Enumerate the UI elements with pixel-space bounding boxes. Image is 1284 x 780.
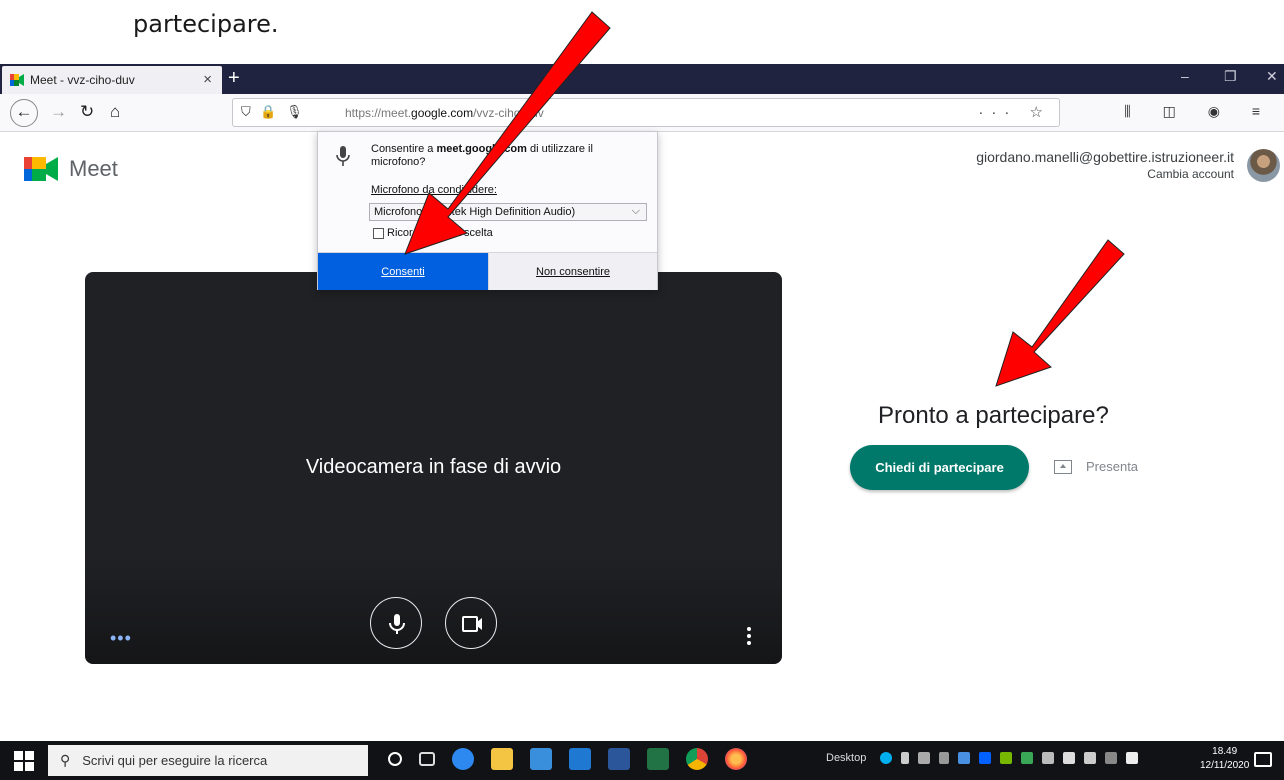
- display-tray-icon[interactable]: [1042, 752, 1054, 764]
- present-icon: [1054, 459, 1072, 474]
- task-view-icon[interactable]: [419, 752, 435, 766]
- device-select-label: Microfono da condividere:: [371, 184, 497, 196]
- more-options-icon[interactable]: [747, 627, 751, 648]
- meet-logo-icon: [24, 157, 58, 181]
- network-tray-icon[interactable]: [918, 752, 930, 764]
- checkbox-icon[interactable]: [373, 227, 384, 239]
- allow-button[interactable]: Consenti: [318, 253, 488, 290]
- switch-account-link[interactable]: Cambia account: [976, 167, 1234, 181]
- word-icon[interactable]: [608, 748, 630, 770]
- camera-starting-message: Videocamera in fase di avvio: [305, 456, 562, 478]
- restore-icon[interactable]: ❐: [1224, 68, 1237, 85]
- notification-icon[interactable]: [1254, 752, 1272, 767]
- wifi-tray-icon[interactable]: [1105, 752, 1117, 764]
- taskbar-clock[interactable]: 18.49 12/11/2020: [1200, 745, 1249, 773]
- present-button[interactable]: Presenta: [1054, 459, 1138, 474]
- search-icon: ⚲: [60, 752, 71, 768]
- microphone-permission-popup: Consentire a meet.google.com di utilizza…: [317, 131, 658, 290]
- file-explorer-icon[interactable]: [491, 748, 513, 770]
- taskbar-search-box[interactable]: ⚲ Scrivi qui per eseguire la ricerca: [48, 745, 368, 776]
- volume-icon[interactable]: [1126, 752, 1138, 764]
- windows-start-icon[interactable]: [14, 751, 34, 771]
- microphone-toggle-button[interactable]: [370, 597, 422, 649]
- avatar[interactable]: [1247, 149, 1280, 182]
- visual-effects-dots-icon[interactable]: •••: [110, 628, 132, 649]
- permission-question: Consentire a meet.google.com di utilizza…: [371, 143, 593, 168]
- store-icon[interactable]: [530, 748, 552, 770]
- permission-buttons: Consenti Non consentire: [318, 252, 657, 290]
- taskbar-apps: [388, 748, 764, 770]
- present-label: Presenta: [1086, 459, 1139, 474]
- url-text[interactable]: https://meet.google.com/vvz-ciho-duv: [345, 106, 544, 120]
- microphone-icon: [336, 146, 350, 166]
- meet-logo[interactable]: Meet: [24, 156, 118, 182]
- camera-toggle-button[interactable]: [445, 597, 497, 649]
- browser-nav-bar: ← → ↻ ⌂ ⛉ 🔒 🎙 https://meet.google.com/vv…: [0, 94, 1284, 132]
- clock-time: 18.49: [1212, 746, 1238, 757]
- nvidia-icon[interactable]: [1000, 752, 1012, 764]
- home-icon[interactable]: ⌂: [110, 102, 120, 122]
- deny-button[interactable]: Non consentire: [488, 253, 657, 290]
- microphone-icon: [389, 614, 405, 634]
- camera-icon: [462, 616, 482, 632]
- toolbar-icons[interactable]: ⫼ ◫ ◉ ≡: [1124, 103, 1274, 120]
- ready-to-join-title: Pronto a partecipare?: [878, 402, 1109, 429]
- clock-date: 12/11/2020: [1200, 760, 1250, 771]
- chrome-icon[interactable]: [686, 748, 708, 770]
- ask-to-join-button[interactable]: Chiedi di partecipare: [850, 445, 1029, 490]
- chevron-down-icon: ⌵: [631, 205, 640, 217]
- account-info: giordano.manelli@gobettire.istruzioneer.…: [976, 149, 1234, 181]
- edge-icon[interactable]: [452, 748, 474, 770]
- account-email: giordano.manelli@gobettire.istruzioneer.…: [976, 149, 1234, 165]
- cortana-icon[interactable]: [388, 752, 402, 766]
- page-actions-icons[interactable]: ··· ☆: [978, 103, 1051, 121]
- remember-choice-checkbox[interactable]: Ricorda questa scelta: [373, 227, 493, 239]
- new-tab-button[interactable]: +: [228, 66, 240, 90]
- meet-logo-text: Meet: [69, 156, 118, 181]
- keyboard-tray-icon[interactable]: [1063, 752, 1075, 764]
- annotation-arrow-to-join: [995, 239, 1125, 387]
- microphone-device-select[interactable]: Microfono (Realtek High Definition Audio…: [369, 203, 647, 221]
- skype-icon[interactable]: [880, 752, 892, 764]
- security-tray-icon[interactable]: [1021, 752, 1033, 764]
- desktop-toolbar-label[interactable]: Desktop: [826, 752, 866, 764]
- tab-title: Meet - vvz-ciho-duv: [30, 73, 135, 87]
- window-close-icon[interactable]: ✕: [1266, 68, 1278, 85]
- dropbox-icon[interactable]: [979, 752, 991, 764]
- url-site-icons[interactable]: ⛉ 🔒 🎙: [241, 104, 306, 120]
- browser-tab[interactable]: Meet - vvz-ciho-duv ×: [2, 66, 222, 94]
- usb-tray-icon[interactable]: [939, 752, 949, 764]
- screenshot: partecipare. Meet - vvz-ciho-duv × + – ❐…: [0, 0, 1284, 780]
- reload-icon[interactable]: ↻: [80, 102, 94, 122]
- document-caption: partecipare.: [133, 10, 279, 38]
- forward-arrow-icon[interactable]: →: [50, 102, 67, 122]
- app-tray-icon[interactable]: [958, 752, 970, 764]
- tab-close-icon[interactable]: ×: [203, 71, 212, 88]
- excel-icon[interactable]: [647, 748, 669, 770]
- meet-favicon-icon: [10, 74, 24, 86]
- battery-tray-icon[interactable]: [1084, 752, 1096, 764]
- browser-tab-bar: Meet - vvz-ciho-duv × + – ❐ ✕: [0, 64, 1284, 94]
- firefox-icon[interactable]: [725, 748, 747, 770]
- url-bar[interactable]: ⛉ 🔒 🎙 https://meet.google.com/vvz-ciho-d…: [232, 98, 1060, 127]
- mail-icon[interactable]: [569, 748, 591, 770]
- system-tray: [880, 752, 1147, 764]
- minimize-icon[interactable]: –: [1181, 68, 1189, 84]
- back-arrow-icon[interactable]: ←: [10, 99, 38, 127]
- microphone-tray-icon[interactable]: [901, 752, 909, 764]
- windows-taskbar: ⚲ Scrivi qui per eseguire la ricerca Des…: [0, 741, 1284, 780]
- video-preview: Videocamera in fase di avvio •••: [85, 272, 782, 664]
